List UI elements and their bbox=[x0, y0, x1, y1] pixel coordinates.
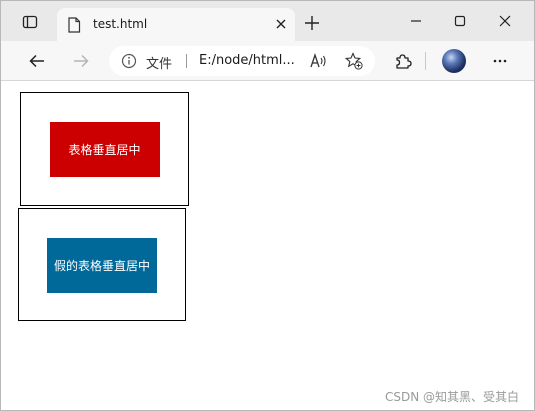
tab-test-html[interactable]: test.html bbox=[57, 8, 295, 41]
close-icon bbox=[499, 15, 511, 27]
toolbar-separator bbox=[425, 52, 426, 70]
read-aloud-icon[interactable] bbox=[309, 52, 327, 70]
address-url[interactable]: E:/node/html... bbox=[199, 53, 295, 68]
fake-table-center-container: 假的表格垂直居中 bbox=[18, 208, 186, 321]
arrow-right-icon bbox=[74, 54, 89, 68]
minimize-button[interactable] bbox=[406, 11, 426, 31]
profile-avatar[interactable] bbox=[442, 49, 466, 73]
info-icon[interactable] bbox=[121, 53, 137, 69]
tab-close-button[interactable] bbox=[273, 16, 289, 32]
more-horizontal-icon bbox=[493, 59, 507, 63]
address-bar[interactable]: 文件 E:/node/html... bbox=[109, 46, 375, 76]
maximize-button[interactable] bbox=[450, 11, 470, 31]
back-button[interactable] bbox=[26, 50, 48, 72]
arrow-left-icon bbox=[29, 54, 44, 68]
tab-title: test.html bbox=[93, 17, 148, 31]
extensions-button[interactable] bbox=[392, 50, 414, 72]
browser-window: test.html 文件 E:/node/html... 表格垂直居中 假的表格… bbox=[0, 0, 535, 411]
file-icon bbox=[68, 17, 81, 33]
puzzle-icon bbox=[396, 54, 412, 69]
add-favorite-icon[interactable] bbox=[345, 52, 363, 70]
table-center-container: 表格垂直居中 bbox=[20, 92, 189, 206]
address-separator bbox=[186, 54, 187, 68]
address-scheme-label: 文件 bbox=[146, 57, 173, 72]
more-options-button[interactable] bbox=[489, 50, 511, 72]
watermark: CSDN @知其黑、受其白 bbox=[385, 390, 520, 404]
forward-button[interactable] bbox=[70, 50, 92, 72]
close-icon bbox=[276, 19, 286, 29]
tab-actions-icon bbox=[22, 15, 38, 29]
table-center-box: 表格垂直居中 bbox=[49, 121, 160, 177]
tab-strip: test.html bbox=[1, 1, 534, 41]
tab-actions-button[interactable] bbox=[21, 13, 39, 31]
maximize-icon bbox=[454, 15, 466, 27]
fake-table-center-box: 假的表格垂直居中 bbox=[47, 238, 157, 293]
window-close-button[interactable] bbox=[495, 11, 515, 31]
page-content: 表格垂直居中 假的表格垂直居中 CSDN @知其黑、受其白 bbox=[2, 82, 534, 410]
new-tab-button[interactable] bbox=[303, 14, 321, 32]
minimize-icon bbox=[411, 20, 421, 22]
